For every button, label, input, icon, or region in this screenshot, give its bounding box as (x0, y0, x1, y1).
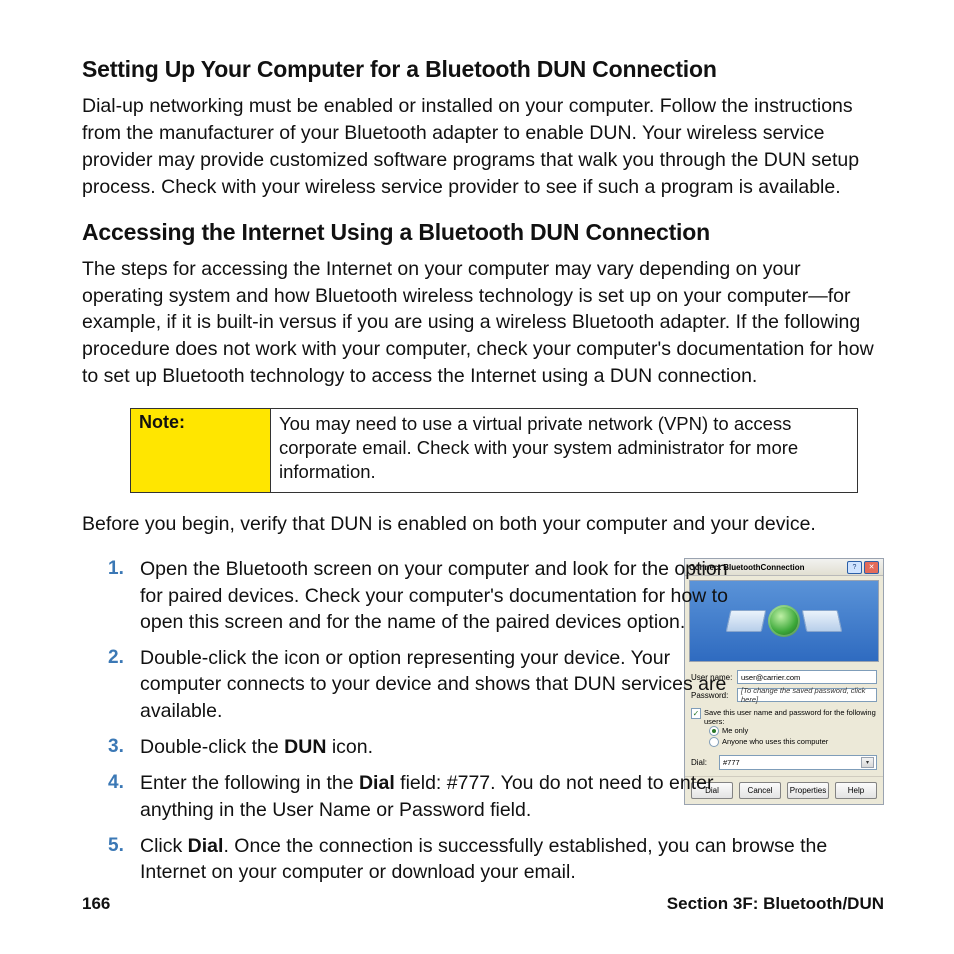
page-footer: 166 Section 3F: Bluetooth/DUN (82, 894, 884, 914)
chevron-down-icon: ▾ (861, 757, 874, 768)
paragraph-accessing: The steps for accessing the Internet on … (82, 256, 884, 391)
step-3: Double-click the DUN icon. (108, 734, 736, 760)
close-icon: ✕ (864, 561, 879, 574)
step-5: Click Dial. Once the connection is succe… (108, 833, 884, 886)
step-1: Open the Bluetooth screen on your comput… (108, 556, 736, 635)
laptop-icon (802, 610, 843, 632)
heading-setup: Setting Up Your Computer for a Bluetooth… (82, 56, 884, 83)
paragraph-before-begin: Before you begin, verify that DUN is ena… (82, 511, 884, 538)
manual-page: Setting Up Your Computer for a Bluetooth… (0, 0, 954, 954)
username-field: user@carrier.com (737, 670, 877, 684)
step-4: Enter the following in the Dial field: #… (108, 770, 736, 823)
section-title: Section 3F: Bluetooth/DUN (667, 894, 884, 914)
heading-accessing: Accessing the Internet Using a Bluetooth… (82, 219, 884, 246)
radio-anyone-label: Anyone who uses this computer (722, 737, 828, 748)
note-label: Note: (131, 409, 271, 492)
cancel-button: Cancel (739, 782, 781, 799)
globe-icon (768, 605, 800, 637)
steps-container: Connect BluetoothConnection ? ✕ User nam… (82, 556, 884, 885)
note-box: Note: You may need to use a virtual priv… (130, 408, 858, 493)
dial-field: #777 ▾ (719, 755, 877, 770)
help-icon: ? (847, 561, 862, 574)
help-button: Help (835, 782, 877, 799)
step-2: Double-click the icon or option represen… (108, 645, 736, 724)
note-text: You may need to use a virtual private ne… (271, 409, 857, 492)
properties-button: Properties (787, 782, 829, 799)
password-field: [To change the saved password, click her… (737, 688, 877, 702)
page-number: 166 (82, 894, 110, 914)
paragraph-setup: Dial-up networking must be enabled or in… (82, 93, 884, 201)
